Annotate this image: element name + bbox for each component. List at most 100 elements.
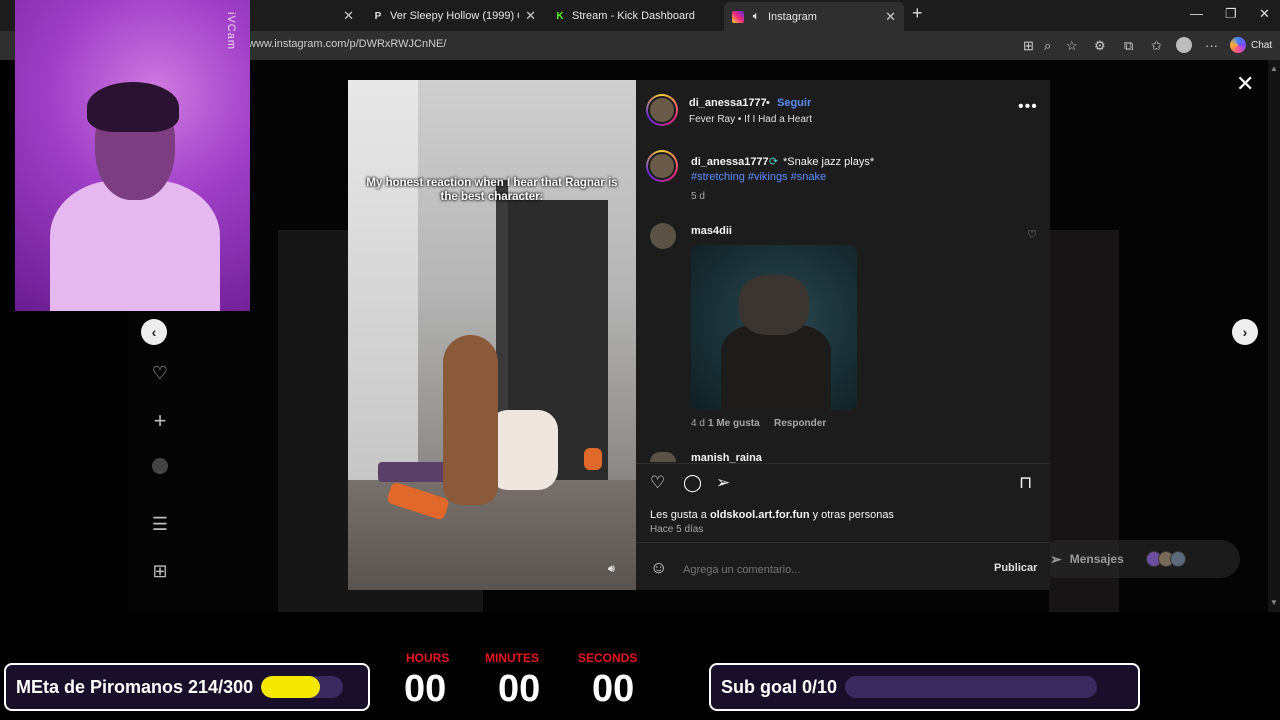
post-details-panel: di_anessa1777 • Seguir Fever Ray • If I … <box>636 80 1050 590</box>
new-tab-button[interactable]: + <box>912 3 923 24</box>
close-window-icon[interactable]: ✕ <box>1259 6 1270 22</box>
messages-label: Mensajes <box>1069 552 1124 566</box>
snake-emoji-icon: ⟳ <box>769 156 779 168</box>
video-caption-overlay: My honest reaction when I hear that Ragn… <box>366 177 618 203</box>
menu-icon[interactable]: ☰ <box>150 514 170 535</box>
copilot-chat-button[interactable]: Chat <box>1230 37 1272 53</box>
previous-post-button[interactable]: ‹ <box>141 319 167 345</box>
send-icon: ➢ <box>1050 550 1062 567</box>
avatar <box>1169 551 1186 567</box>
share-send-icon[interactable]: ➢ <box>716 473 730 493</box>
minutes-value: 00 <box>498 668 541 710</box>
follow-button[interactable]: Seguir <box>777 97 811 109</box>
scrollbar[interactable] <box>1268 60 1280 612</box>
goal-left-progress-fill <box>261 676 320 698</box>
tab-instagram[interactable]: 🔈︎ Instagram ✕ <box>724 2 904 31</box>
apps-icon[interactable]: ⊞ <box>1023 38 1034 54</box>
comment-age: 4 d <box>691 418 705 429</box>
post-video[interactable]: My honest reaction when I hear that Ragn… <box>348 80 636 590</box>
minimize-icon[interactable]: — <box>1190 6 1203 21</box>
divider <box>636 463 1050 464</box>
favorite-star-icon[interactable]: ☆ <box>1066 38 1078 54</box>
scroll-up-icon[interactable]: ▲ <box>1270 64 1278 73</box>
profile-avatar[interactable] <box>1176 37 1192 53</box>
gif-scene-body <box>721 325 831 410</box>
comment-like-heart-icon[interactable]: ♡ <box>1027 228 1037 241</box>
speaker-icon[interactable]: 🔈︎ <box>750 11 762 23</box>
publish-button[interactable]: Publicar <box>994 562 1037 574</box>
webcam-watermark: iVCam <box>225 12 237 51</box>
sub-goal-widget: Sub goal 0/10 <box>709 663 1140 711</box>
tab-kick-dashboard[interactable]: K Stream - Kick Dashboard ✕ <box>546 4 722 28</box>
post-date: Hace 5 días <box>650 524 704 535</box>
video-scene-boot <box>584 448 602 470</box>
p-favicon-icon: P <box>374 10 382 22</box>
instagram-favicon-icon <box>732 10 744 23</box>
comment-input[interactable] <box>683 562 963 578</box>
create-plus-icon[interactable]: + <box>150 408 170 434</box>
commenter-avatar[interactable] <box>650 452 676 462</box>
more-apps-icon[interactable]: ⊞ <box>150 561 170 582</box>
reply-button[interactable]: Responder <box>774 418 826 429</box>
close-icon[interactable]: ✕ <box>885 9 896 25</box>
tab-sleepy-hollow[interactable]: P Ver Sleepy Hollow (1999) Online G ✕ <box>364 4 544 28</box>
restore-icon[interactable]: ❐ <box>1225 6 1237 22</box>
extensions-icon[interactable]: ⚙︎ <box>1094 38 1106 54</box>
divider <box>636 542 1050 543</box>
gif-scene-head <box>739 275 809 335</box>
webcam-person-hair <box>87 82 179 132</box>
hours-label: HOURS <box>406 651 450 665</box>
chat-label: Chat <box>1251 39 1273 51</box>
author-avatar[interactable] <box>646 94 678 126</box>
tab-label: Ver Sleepy Hollow (1999) Online G <box>390 10 519 22</box>
split-screen-icon[interactable]: ⧉ <box>1124 38 1133 54</box>
notifications-heart-icon[interactable]: ♡ <box>150 363 170 384</box>
minutes-label: MINUTES <box>485 651 539 665</box>
goal-left-progress-bar <box>261 676 344 698</box>
tab-label: Stream - Kick Dashboard <box>572 10 695 22</box>
video-scene-person <box>488 410 558 490</box>
audio-track[interactable]: Fever Ray • If I Had a Heart <box>689 114 812 125</box>
scroll-down-icon[interactable]: ▼ <box>1270 598 1278 607</box>
caption-author-username[interactable]: di_anessa1777 <box>691 156 769 168</box>
more-icon[interactable]: ··· <box>1205 38 1218 53</box>
caption-hashtags[interactable]: #stretching #vikings #snake <box>691 171 826 183</box>
sub-goal-progress-bar <box>845 676 1098 698</box>
like-heart-icon[interactable]: ♡ <box>650 473 665 493</box>
seconds-label: SECONDS <box>578 651 638 665</box>
liked-by-user[interactable]: oldskool.art.for.fun <box>710 509 810 521</box>
commenter-avatar[interactable] <box>650 223 676 249</box>
zoom-icon[interactable]: ⌕ <box>1044 38 1051 54</box>
close-icon[interactable]: ✕ <box>525 8 536 24</box>
sub-goal-label: Sub goal 0/10 <box>721 676 838 697</box>
url-field[interactable]: www.instagram.com/p/DWRxRWJCnNE/ <box>248 38 446 50</box>
goal-left-label: MEta de Piromanos 214/300 <box>16 676 254 697</box>
save-bookmark-icon[interactable]: ⊓ <box>1019 473 1032 493</box>
close-icon[interactable]: ✕ <box>343 8 354 24</box>
webcam-overlay: iVCam <box>15 0 250 311</box>
piromanos-goal-widget: MEta de Piromanos 214/300 <box>4 663 370 711</box>
hours-value: 00 <box>404 668 447 710</box>
next-post-button[interactable]: › <box>1232 319 1258 345</box>
tab-label: Instagram <box>768 10 817 23</box>
close-modal-icon[interactable]: ✕ <box>1236 71 1254 97</box>
likes-summary: Les gusta a oldskool.art.for.fun y otras… <box>650 509 894 521</box>
tab-hidden[interactable]: ✕ <box>250 4 362 28</box>
copilot-icon <box>1230 37 1246 53</box>
screen: ✕ P Ver Sleepy Hollow (1999) Online G ✕ … <box>0 0 1280 720</box>
messages-button[interactable]: ➢ Mensajes <box>1040 540 1240 578</box>
more-options-icon[interactable]: ••• <box>1018 98 1038 116</box>
comment-likes[interactable]: 1 Me gusta <box>708 418 760 429</box>
caption-age: 5 d <box>691 191 705 202</box>
volume-icon[interactable]: 🔊︎ <box>608 563 615 576</box>
profile-icon[interactable] <box>152 458 168 474</box>
comment-icon[interactable]: ◯ <box>683 473 702 493</box>
comment-gif[interactable] <box>691 245 857 410</box>
caption-text: *Snake jazz plays* <box>783 156 875 168</box>
author-username[interactable]: di_anessa1777 <box>689 97 767 109</box>
favorites-icon[interactable]: ✩ <box>1151 38 1162 54</box>
commenter-username[interactable]: mas4dii <box>691 225 732 237</box>
emoji-icon[interactable]: ☺ <box>650 558 667 578</box>
seconds-value: 00 <box>592 668 635 710</box>
caption-author-avatar[interactable] <box>646 150 678 182</box>
